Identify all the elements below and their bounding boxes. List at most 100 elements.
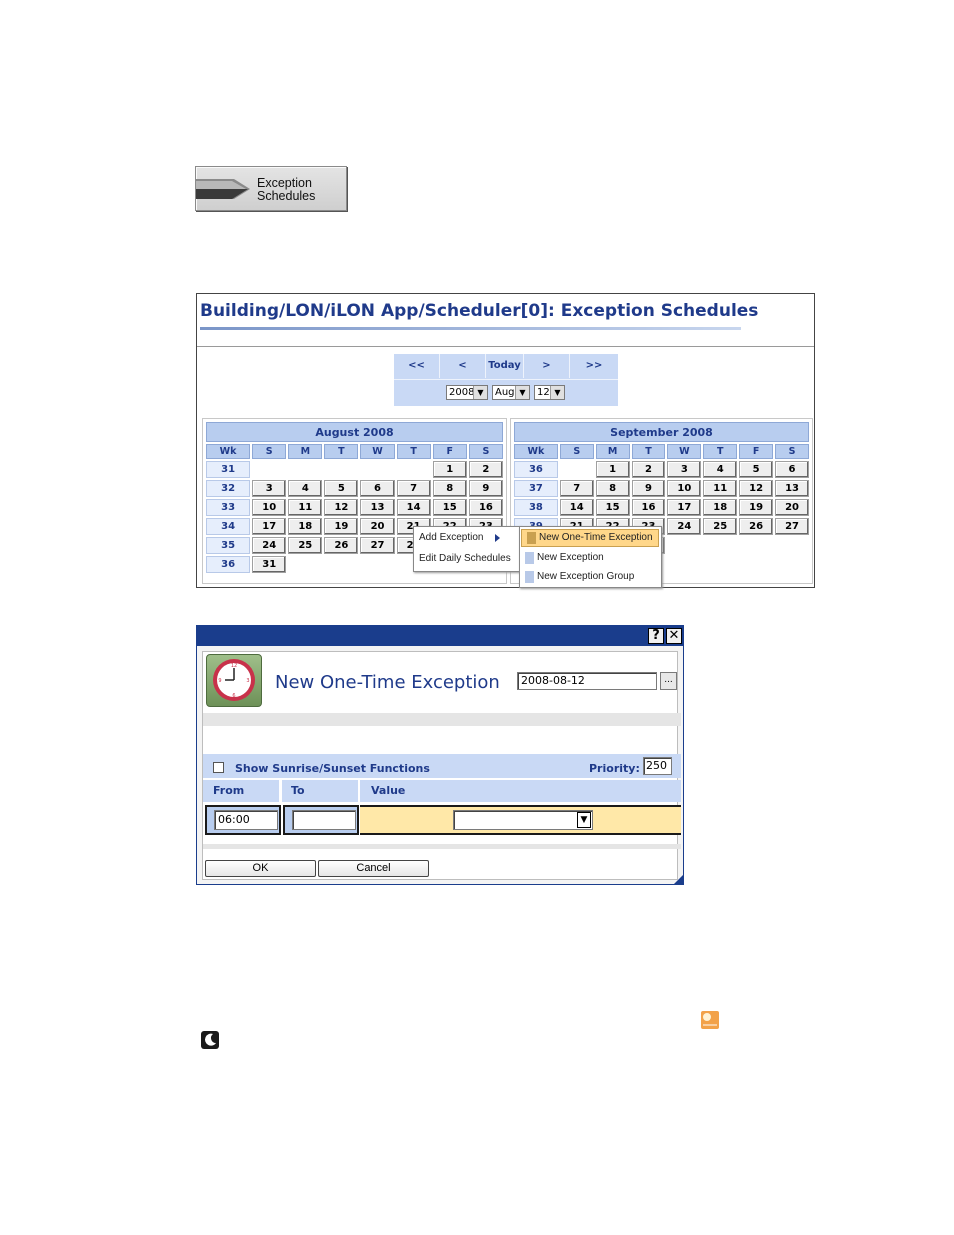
- to-header: To: [291, 784, 305, 797]
- date-field[interactable]: 2008-08-12: [517, 672, 657, 690]
- day-cell[interactable]: 16: [468, 499, 503, 516]
- day-cell[interactable]: 3: [252, 480, 287, 497]
- empty-day-cell: [739, 537, 774, 554]
- resize-handle-icon[interactable]: [674, 875, 683, 884]
- day-cell[interactable]: 4: [288, 480, 323, 497]
- day-cell[interactable]: 24: [252, 537, 287, 554]
- day-cell[interactable]: 26: [324, 537, 359, 554]
- day-cell[interactable]: 16: [631, 499, 666, 516]
- week-number-link[interactable]: 33: [206, 499, 251, 516]
- day-cell[interactable]: 10: [667, 480, 702, 497]
- day-cell[interactable]: 27: [775, 518, 809, 535]
- day-cell[interactable]: 19: [739, 499, 774, 516]
- day-cell[interactable]: 13: [360, 499, 395, 516]
- first-button[interactable]: <<: [394, 354, 440, 378]
- day-cell[interactable]: 12: [324, 499, 359, 516]
- week-number-link[interactable]: 38: [514, 499, 558, 516]
- day-cell[interactable]: 7: [396, 480, 431, 497]
- day-cell[interactable]: 19: [324, 518, 359, 535]
- day-cell[interactable]: 14: [396, 499, 431, 516]
- last-button[interactable]: >>: [570, 354, 618, 378]
- menu-item-new-one-time-exception[interactable]: New One-Time Exception: [521, 529, 659, 547]
- day-cell[interactable]: 17: [667, 499, 702, 516]
- day-cell[interactable]: 26: [739, 518, 774, 535]
- calendar-nav: << < Today > >> 2008 ▼ Aug ▼ 12 ▼: [394, 354, 618, 406]
- calendar-week-row: 32 3 4 5 6 7 8 9: [206, 480, 503, 497]
- priority-input[interactable]: 250: [643, 757, 672, 775]
- day-cell[interactable]: 1: [432, 461, 467, 478]
- menu-item-new-exception-group[interactable]: New Exception Group: [520, 567, 673, 587]
- day-cell[interactable]: 20: [775, 499, 809, 516]
- day-cell[interactable]: 5: [739, 461, 774, 478]
- exception-schedules-button[interactable]: Exception Schedules: [195, 166, 347, 211]
- prev-button[interactable]: <: [440, 354, 486, 378]
- menu-item-label: New Exception: [537, 552, 604, 563]
- week-number-link[interactable]: 34: [206, 518, 251, 535]
- day-cell[interactable]: 6: [775, 461, 809, 478]
- month-select[interactable]: Aug ▼: [492, 385, 530, 400]
- menu-item-add-exception[interactable]: Add Exception: [414, 528, 520, 548]
- close-button[interactable]: ✕: [666, 628, 682, 644]
- day-cell[interactable]: 7: [559, 480, 594, 497]
- day-cell[interactable]: 11: [288, 499, 323, 516]
- from-time-input[interactable]: 06:00: [214, 810, 278, 830]
- day-cell[interactable]: 5: [324, 480, 359, 497]
- value-select[interactable]: ▼: [453, 810, 593, 830]
- week-number-link[interactable]: 36: [514, 461, 558, 478]
- date-picker-button[interactable]: ...: [660, 672, 677, 690]
- year-select[interactable]: 2008 ▼: [446, 385, 488, 400]
- day-cell[interactable]: 15: [595, 499, 630, 516]
- calendar-month-title: September 2008: [514, 422, 809, 442]
- day-cell[interactable]: 20: [360, 518, 395, 535]
- empty-day-cell: [396, 461, 431, 478]
- day-cell[interactable]: 1: [595, 461, 630, 478]
- day-cell[interactable]: 6: [360, 480, 395, 497]
- week-number-link[interactable]: 31: [206, 461, 251, 478]
- today-button[interactable]: Today: [486, 354, 524, 378]
- day-cell[interactable]: 3: [667, 461, 702, 478]
- week-number-link[interactable]: 36: [206, 556, 251, 573]
- day-cell[interactable]: 13: [775, 480, 809, 497]
- week-number-link[interactable]: 32: [206, 480, 251, 497]
- day-cell[interactable]: 10: [252, 499, 287, 516]
- day-cell[interactable]: 9: [468, 480, 503, 497]
- scheduler-panel: Building/LON/iLON App/Scheduler[0]: Exce…: [196, 293, 815, 588]
- week-number-link[interactable]: 37: [514, 480, 558, 497]
- day-cell[interactable]: 8: [595, 480, 630, 497]
- day-cell[interactable]: 2: [468, 461, 503, 478]
- day-cell[interactable]: 12: [739, 480, 774, 497]
- to-time-input[interactable]: [292, 810, 356, 830]
- day-cell[interactable]: 11: [703, 480, 738, 497]
- day-cell[interactable]: 25: [703, 518, 738, 535]
- day-cell[interactable]: 15: [432, 499, 467, 516]
- day-cell[interactable]: 17: [252, 518, 287, 535]
- day-cell[interactable]: 2: [631, 461, 666, 478]
- cancel-button[interactable]: Cancel: [318, 860, 429, 877]
- day-cell[interactable]: 8: [432, 480, 467, 497]
- sunrise-sunset-checkbox[interactable]: [213, 762, 224, 773]
- submenu-arrow-icon: [495, 534, 500, 542]
- day-cell[interactable]: 31: [252, 556, 287, 573]
- day-cell[interactable]: 9: [631, 480, 666, 497]
- empty-day-cell: [288, 461, 323, 478]
- day-select[interactable]: 12 ▼: [534, 385, 565, 400]
- day-cell[interactable]: 18: [703, 499, 738, 516]
- empty-day-cell: [360, 556, 395, 573]
- calendar-month-title: August 2008: [206, 422, 503, 442]
- day-cell[interactable]: 24: [667, 518, 702, 535]
- help-button[interactable]: ?: [648, 628, 664, 644]
- next-button[interactable]: >: [524, 354, 570, 378]
- day-cell[interactable]: 4: [703, 461, 738, 478]
- ok-button[interactable]: OK: [205, 860, 316, 877]
- separator-band: [203, 713, 681, 726]
- context-menu: Add Exception Edit Daily Schedules: [413, 526, 521, 572]
- menu-item-edit-daily-schedules[interactable]: Edit Daily Schedules: [414, 549, 520, 569]
- day-cell[interactable]: 14: [559, 499, 594, 516]
- new-exception-dialog: ? ✕ 12 6 39 New One-Time Exception 2008-0…: [196, 625, 684, 885]
- day-cell[interactable]: 27: [360, 537, 395, 554]
- day-cell[interactable]: 25: [288, 537, 323, 554]
- menu-item-new-exception[interactable]: New Exception: [520, 548, 673, 568]
- day-cell[interactable]: 18: [288, 518, 323, 535]
- empty-day-cell: [324, 461, 359, 478]
- week-number-link[interactable]: 35: [206, 537, 251, 554]
